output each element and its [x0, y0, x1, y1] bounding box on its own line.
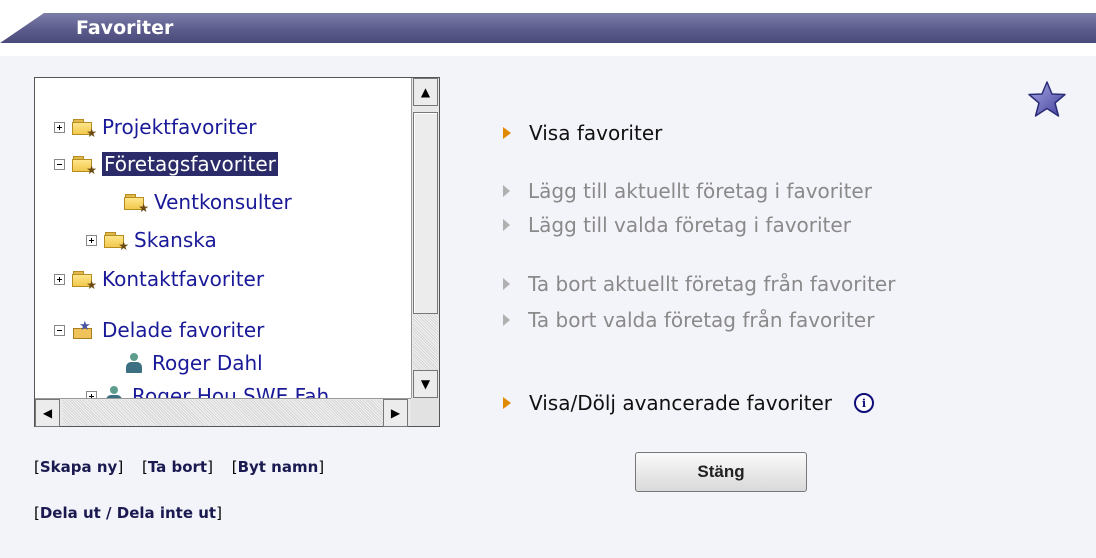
add-selected-companies-label: Lägg till valda företag i favoriter: [528, 213, 851, 237]
folder-star-icon: ★: [124, 193, 149, 214]
scroll-corner: [411, 398, 439, 426]
expand-icon[interactable]: [86, 390, 97, 398]
create-new-link[interactable]: Skapa ny: [40, 458, 117, 476]
tree-node-label: Projektfavoriter: [102, 115, 257, 139]
arrow-icon: [503, 397, 511, 409]
tree-node-label: Företagsfavoriter: [102, 152, 278, 176]
tree-node-label: Delade favoriter: [102, 318, 265, 342]
add-selected-companies-action[interactable]: Lägg till valda företag i favoriter: [503, 213, 851, 237]
add-current-company-action[interactable]: Lägg till aktuellt företag i favoriter: [503, 179, 872, 203]
info-icon[interactable]: i: [854, 393, 874, 413]
tree-node-delade-favoriter[interactable]: ★ Delade favoriter: [54, 316, 264, 344]
show-favorites-label: Visa favoriter: [529, 121, 663, 145]
share-link[interactable]: Dela ut / Dela inte ut: [40, 504, 216, 522]
star-icon: [1028, 81, 1066, 117]
toggle-advanced-favorites-label: Visa/Dölj avancerade favoriter: [529, 391, 832, 415]
expand-icon[interactable]: [86, 234, 97, 246]
collapse-icon[interactable]: [54, 324, 65, 336]
arrow-icon: [503, 314, 510, 326]
arrow-icon: [503, 278, 510, 290]
scroll-track-horizontal[interactable]: [63, 400, 383, 426]
tree-node-label: Roger Hou SWE Fah: [132, 384, 330, 398]
scroll-up-button[interactable]: ▲: [413, 78, 438, 106]
tree-node-roger-dahl[interactable]: Roger Dahl: [124, 349, 263, 377]
tree-node-label: Skanska: [134, 228, 217, 252]
show-favorites-action[interactable]: Visa favoriter: [503, 121, 662, 145]
tree-node-skanska[interactable]: ★ Skanska: [86, 226, 217, 254]
remove-current-company-action[interactable]: Ta bort aktuellt företag från favoriter: [503, 272, 895, 296]
remove-current-company-label: Ta bort aktuellt företag från favoriter: [528, 272, 896, 296]
arrow-icon: [503, 219, 510, 231]
rename-link[interactable]: Byt namn: [238, 458, 319, 476]
folder-star-icon: ★: [72, 155, 97, 176]
tree-node-projektfavoriter[interactable]: ★ Projektfavoriter: [54, 113, 257, 141]
scroll-track[interactable]: [413, 314, 438, 370]
scroll-left-button[interactable]: ◀: [35, 399, 60, 427]
remove-selected-companies-label: Ta bort valda företag från favoriter: [528, 308, 875, 332]
tree-vertical-scrollbar[interactable]: ▲ ▼: [411, 78, 439, 398]
tree-node-foretagsfavoriter[interactable]: ★ Företagsfavoriter: [54, 150, 278, 178]
remove-selected-companies-action[interactable]: Ta bort valda företag från favoriter: [503, 308, 874, 332]
arrow-icon: [503, 185, 510, 197]
share-row: [Dela ut / Dela inte ut]: [34, 504, 222, 522]
folder-star-icon: ★: [104, 231, 129, 252]
person-icon: [124, 352, 144, 374]
scroll-right-button[interactable]: ▶: [383, 399, 408, 427]
scroll-down-button[interactable]: ▼: [413, 370, 438, 398]
delete-link[interactable]: Ta bort: [148, 458, 207, 476]
header: Favoriter: [0, 0, 1096, 56]
tree-node-kontaktfavoriter[interactable]: ★ Kontaktfavoriter: [54, 265, 264, 293]
expand-icon[interactable]: [54, 121, 65, 133]
folder-star-icon: ★: [72, 118, 97, 139]
person-icon: [104, 385, 124, 398]
favorites-tree[interactable]: ★ Projektfavoriter ★ Företagsfavoriter ★…: [34, 77, 440, 427]
collapse-icon[interactable]: [54, 158, 65, 170]
add-current-company-label: Lägg till aktuellt företag i favoriter: [528, 179, 872, 203]
scroll-thumb[interactable]: [413, 112, 438, 314]
tree-node-label: Roger Dahl: [152, 351, 263, 375]
tree-node-ventkonsulter[interactable]: ★ Ventkonsulter: [124, 188, 292, 216]
arrow-icon: [503, 127, 511, 139]
tree-actions-row: [Skapa ny] [Ta bort] [Byt namn]: [34, 458, 325, 476]
shared-folder-icon: ★: [72, 320, 94, 340]
tree-node-label: Ventkonsulter: [154, 190, 292, 214]
toggle-advanced-favorites-action[interactable]: Visa/Dölj avancerade favoriter i: [503, 391, 874, 415]
tree-node-roger-hou[interactable]: Roger Hou SWE Fah: [86, 382, 329, 398]
close-button[interactable]: Stäng: [635, 452, 807, 492]
tree-content: ★ Projektfavoriter ★ Företagsfavoriter ★…: [35, 78, 411, 398]
tree-horizontal-scrollbar[interactable]: ◀ ▶: [35, 398, 411, 427]
page-title: Favoriter: [76, 17, 174, 39]
folder-star-icon: ★: [72, 270, 97, 291]
tree-node-label: Kontaktfavoriter: [102, 267, 265, 291]
expand-icon[interactable]: [54, 273, 65, 285]
